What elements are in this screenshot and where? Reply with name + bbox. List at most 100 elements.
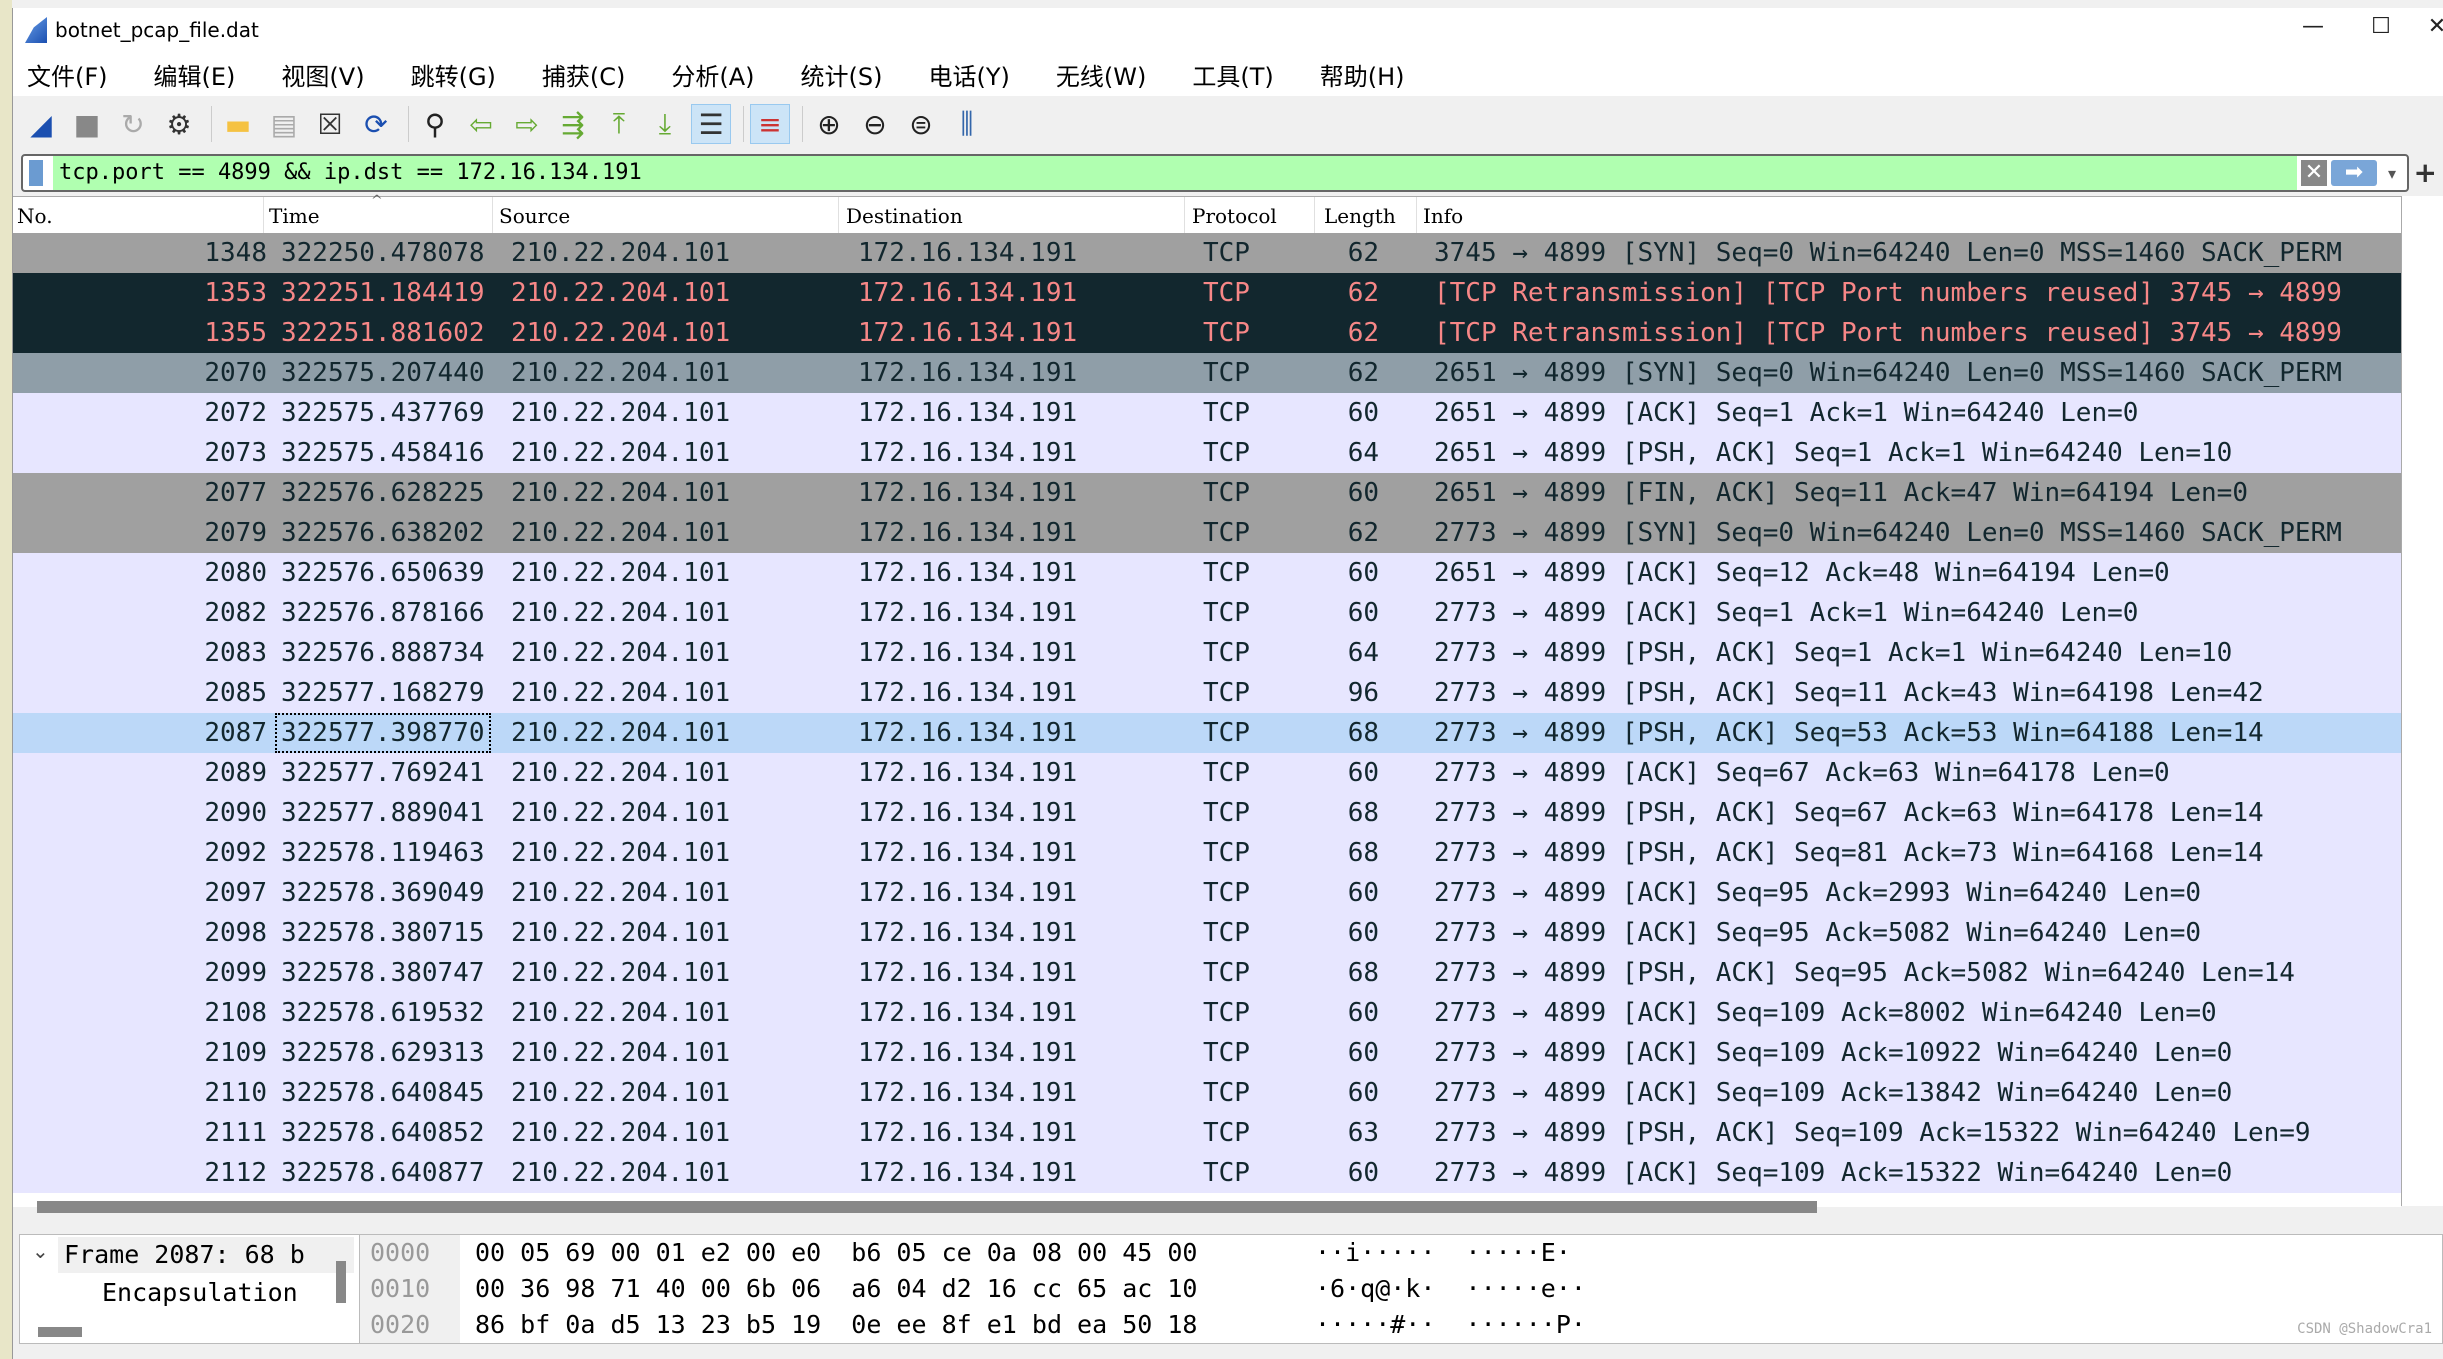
menu-item-7[interactable]: 电话(Y)	[929, 57, 1010, 92]
apply-filter-button[interactable]: ➡	[2331, 160, 2377, 186]
forward-arrow-icon[interactable]: ⇨	[507, 104, 547, 144]
packet-row[interactable]: 2087 322577.398770 210.22.204.101 172.16.13…	[13, 713, 2401, 753]
packet-row[interactable]: 2073 322575.458416 210.22.204.101 172.16.13…	[13, 433, 2401, 473]
hex-ascii[interactable]: ·····#·· ······P·	[1315, 1307, 1586, 1343]
menu-item-3[interactable]: 跳转(G)	[411, 57, 496, 92]
cell-proto: TCP	[1203, 438, 1250, 468]
zoom-out-icon[interactable]: ⊖	[855, 104, 895, 144]
save-file-icon[interactable]: ▤	[264, 104, 304, 144]
maximize-button[interactable]: ☐	[2361, 14, 2401, 39]
column-info[interactable]: Info	[1423, 204, 1463, 228]
packet-row[interactable]: 2108 322578.619532 210.22.204.101 172.16.13…	[13, 993, 2401, 1033]
cell-src: 210.22.204.101	[511, 638, 731, 668]
expand-chevron-icon[interactable]: ⌄	[32, 1239, 49, 1263]
packet-row[interactable]: 2083 322576.888734 210.22.204.101 172.16.13…	[13, 633, 2401, 673]
horizontal-scrollbar[interactable]	[37, 1201, 1817, 1213]
packet-row[interactable]: 2070 322575.207440 210.22.204.101 172.16.13…	[13, 353, 2401, 393]
last-packet-icon[interactable]: ⤓	[645, 104, 685, 144]
reload-icon[interactable]: ⟳	[356, 104, 396, 144]
bookmark-icon[interactable]	[29, 160, 43, 186]
add-filter-button[interactable]: +	[2414, 156, 2437, 189]
menu-item-10[interactable]: 帮助(H)	[1320, 57, 1405, 92]
packet-row[interactable]: 2099 322578.380747 210.22.204.101 172.16.13…	[13, 953, 2401, 993]
packet-row[interactable]: 1348 322250.478078 210.22.204.101 172.16.13…	[13, 233, 2401, 273]
hex-bytes[interactable]: 86 bf 0a d5 13 23 b5 19 0e ee 8f e1 bd e…	[475, 1307, 1197, 1343]
packet-row[interactable]: 2110 322578.640845 210.22.204.101 172.16.13…	[13, 1073, 2401, 1113]
packet-row[interactable]: 2098 322578.380715 210.22.204.101 172.16.13…	[13, 913, 2401, 953]
hex-bytes[interactable]: 00 36 98 71 40 00 6b 06 a6 04 d2 16 cc 6…	[475, 1271, 1197, 1307]
packet-row[interactable]: 2079 322576.638202 210.22.204.101 172.16.13…	[13, 513, 2401, 553]
cell-proto: TCP	[1203, 998, 1250, 1028]
column-protocol[interactable]: Protocol	[1192, 204, 1277, 228]
clear-filter-button[interactable]: ✕	[2301, 160, 2327, 186]
packet-row[interactable]: 2089 322577.769241 210.22.204.101 172.16.13…	[13, 753, 2401, 793]
menu-item-1[interactable]: 编辑(E)	[154, 57, 236, 92]
menu-item-4[interactable]: 捕获(C)	[542, 57, 625, 92]
column-no[interactable]: No.	[17, 204, 53, 228]
cell-len: 60	[1347, 598, 1379, 628]
find-icon[interactable]: ⚲	[415, 104, 455, 144]
packet-row[interactable]: 2090 322577.889041 210.22.204.101 172.16.13…	[13, 793, 2401, 833]
cell-dst: 172.16.134.191	[858, 638, 1078, 668]
column-destination[interactable]: Destination	[846, 204, 963, 228]
menu-item-9[interactable]: 工具(T)	[1192, 57, 1273, 92]
packet-row[interactable]: 2109 322578.629313 210.22.204.101 172.16.13…	[13, 1033, 2401, 1073]
column-source[interactable]: Source	[499, 204, 570, 228]
go-to-packet-icon[interactable]: ⇶	[553, 104, 593, 144]
filter-history-dropdown[interactable]: ▾	[2377, 164, 2407, 183]
stop-icon[interactable]: ■	[67, 104, 107, 144]
hex-ascii[interactable]: ·6·q@·k· ·····e··	[1315, 1271, 1586, 1307]
cell-proto: TCP	[1203, 798, 1250, 828]
packet-row[interactable]: 2082 322576.878166 210.22.204.101 172.16.13…	[13, 593, 2401, 633]
cell-proto: TCP	[1203, 1118, 1250, 1148]
menu-item-6[interactable]: 统计(S)	[801, 57, 883, 92]
column-time[interactable]: Time	[269, 204, 320, 228]
first-packet-icon[interactable]: ⤒	[599, 104, 639, 144]
details-vertical-scrollbar[interactable]	[336, 1261, 346, 1303]
autoscroll-icon[interactable]: ☰	[691, 104, 731, 144]
hex-offset[interactable]: 0010	[360, 1271, 460, 1307]
display-filter-bar: tcp.port == 4899 && ip.dst == 172.16.134…	[21, 154, 2409, 192]
cell-time: 322251.184419	[281, 278, 485, 308]
shark-fin-start-icon[interactable]: ◢	[21, 104, 61, 144]
zoom-reset-icon[interactable]: ⊜	[901, 104, 941, 144]
tree-item-frame[interactable]: Frame 2087: 68 b	[58, 1237, 354, 1273]
packet-row[interactable]: 2111 322578.640852 210.22.204.101 172.16.13…	[13, 1113, 2401, 1153]
packet-row[interactable]: 2072 322575.437769 210.22.204.101 172.16.13…	[13, 393, 2401, 433]
packet-minimap-scrollbar[interactable]	[2401, 196, 2443, 1206]
packet-row[interactable]: 2085 322577.168279 210.22.204.101 172.16.13…	[13, 673, 2401, 713]
menu-item-8[interactable]: 无线(W)	[1056, 57, 1146, 92]
restart-icon[interactable]: ↻	[113, 104, 153, 144]
details-horizontal-scrollbar[interactable]	[38, 1327, 82, 1337]
cell-src: 210.22.204.101	[511, 1158, 731, 1188]
close-button[interactable]: ✕	[2417, 14, 2443, 39]
hex-bytes[interactable]: 00 05 69 00 01 e2 00 e0 b6 05 ce 0a 08 0…	[475, 1235, 1197, 1271]
tree-item-encapsulation[interactable]: Encapsulation	[102, 1275, 298, 1311]
packet-row[interactable]: 2092 322578.119463 210.22.204.101 172.16.13…	[13, 833, 2401, 873]
column-length[interactable]: Length	[1324, 204, 1396, 228]
packet-row[interactable]: 1353 322251.184419 210.22.204.101 172.16.13…	[13, 273, 2401, 313]
hex-offset[interactable]: 0000	[360, 1235, 460, 1271]
resize-columns-icon[interactable]: ⫼	[947, 104, 987, 144]
close-file-icon[interactable]: ☒	[310, 104, 350, 144]
hex-offset[interactable]: 0020	[360, 1307, 460, 1343]
zoom-in-icon[interactable]: ⊕	[809, 104, 849, 144]
packet-row[interactable]: 2097 322578.369049 210.22.204.101 172.16.13…	[13, 873, 2401, 913]
menu-item-0[interactable]: 文件(F)	[27, 57, 108, 92]
colorize-icon[interactable]: ≡	[750, 104, 790, 144]
display-filter-input[interactable]: tcp.port == 4899 && ip.dst == 172.16.134…	[53, 156, 2297, 190]
hex-ascii[interactable]: ··i····· ·····E·	[1315, 1235, 1571, 1271]
packet-row[interactable]: 1355 322251.881602 210.22.204.101 172.16.13…	[13, 313, 2401, 353]
packet-row[interactable]: 2077 322576.628225 210.22.204.101 172.16.13…	[13, 473, 2401, 513]
back-arrow-icon[interactable]: ⇦	[461, 104, 501, 144]
packet-row[interactable]: 2080 322576.650639 210.22.204.101 172.16.13…	[13, 553, 2401, 593]
wireshark-logo-icon	[25, 17, 47, 43]
open-folder-icon[interactable]: ▬	[218, 104, 258, 144]
cell-no: 1348	[204, 238, 267, 268]
menu-item-5[interactable]: 分析(A)	[671, 57, 754, 92]
packet-row[interactable]: 2112 322578.640877 210.22.204.101 172.16.13…	[13, 1153, 2401, 1193]
cell-dst: 172.16.134.191	[858, 238, 1078, 268]
options-gear-icon[interactable]: ⚙	[159, 104, 199, 144]
menu-item-2[interactable]: 视图(V)	[281, 57, 364, 92]
minimize-button[interactable]: —	[2293, 14, 2333, 39]
